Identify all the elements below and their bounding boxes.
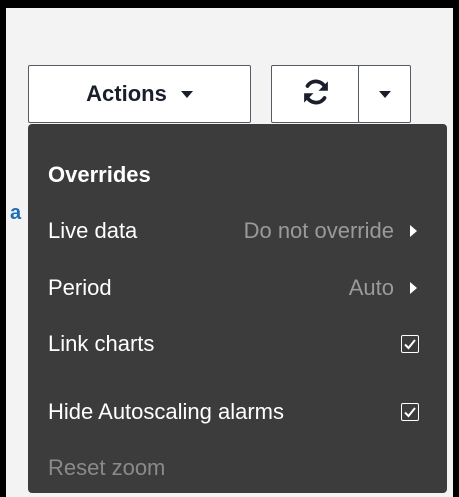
hide-autoscaling-alarms-label: Hide Autoscaling alarms xyxy=(48,399,285,424)
menu-item-live-data[interactable]: Live data Do not override xyxy=(48,213,419,249)
actions-menu: Overrides Live data Do not override Peri… xyxy=(28,124,447,493)
menu-item-period[interactable]: Period Auto xyxy=(48,270,419,306)
reset-zoom-label: Reset zoom xyxy=(48,455,166,480)
link-charts-label: Link charts xyxy=(48,331,155,356)
overrides-heading: Overrides xyxy=(48,162,151,187)
refresh-interval-dropdown-button[interactable] xyxy=(358,65,411,123)
caret-down-icon xyxy=(180,90,193,98)
period-label: Period xyxy=(48,275,112,300)
hide-autoscaling-alarms-checkbox[interactable] xyxy=(401,403,419,421)
actions-button[interactable]: Actions xyxy=(28,65,251,123)
caret-right-icon xyxy=(410,225,417,237)
menu-item-link-charts[interactable]: Link charts xyxy=(48,326,419,362)
live-data-value: Do not override xyxy=(243,218,394,243)
actions-button-label: Actions xyxy=(86,81,167,106)
menu-item-reset-zoom: Reset zoom xyxy=(48,450,419,486)
caret-down-icon xyxy=(378,90,391,98)
background-link-text: a xyxy=(10,202,22,224)
checkmark-icon xyxy=(404,407,416,418)
period-value: Auto xyxy=(348,275,394,300)
live-data-label: Live data xyxy=(48,218,138,243)
caret-right-icon xyxy=(410,282,417,294)
menu-header-overrides: Overrides xyxy=(48,157,419,193)
link-charts-checkbox[interactable] xyxy=(401,335,419,353)
checkmark-icon xyxy=(404,339,416,350)
refresh-button[interactable] xyxy=(271,65,360,123)
refresh-icon xyxy=(301,77,331,112)
menu-item-hide-autoscaling-alarms[interactable]: Hide Autoscaling alarms xyxy=(48,394,419,430)
